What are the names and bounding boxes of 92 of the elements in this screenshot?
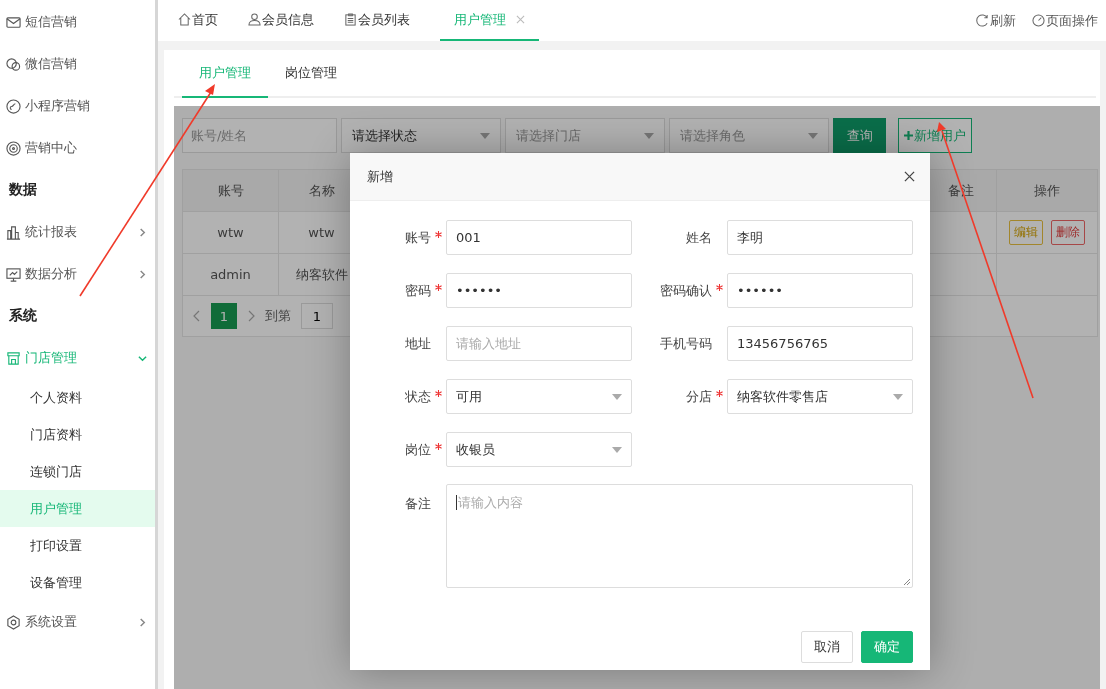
field-label: 账号 bbox=[405, 228, 431, 247]
field-label: 姓名 bbox=[686, 228, 712, 247]
page-tab[interactable]: 会员列表 bbox=[344, 0, 424, 41]
select-field[interactable]: 可用 bbox=[446, 379, 632, 414]
sidebar-section-title: 系统 bbox=[8, 306, 38, 325]
sidebar-item[interactable]: 微信营销 bbox=[0, 43, 155, 85]
store-icon bbox=[6, 350, 21, 366]
input-field[interactable]: 请输入地址 bbox=[446, 326, 632, 361]
column-header: 账号 bbox=[183, 170, 279, 211]
cancel-button[interactable]: 取消 bbox=[801, 631, 853, 663]
page-input[interactable]: 1 bbox=[301, 303, 333, 329]
goto-label: 到第 bbox=[265, 307, 291, 325]
input-field[interactable]: 001 bbox=[446, 220, 632, 255]
placeholder-text: 请输入内容 bbox=[456, 495, 523, 510]
field-label: 地址 bbox=[405, 334, 431, 353]
sidebar-item-label: 门店管理 bbox=[25, 349, 78, 367]
column-header: 操作 bbox=[1033, 181, 1061, 200]
sidebar-subitem[interactable]: 门店资料 bbox=[0, 416, 155, 453]
sidebar-item-label: 短信营销 bbox=[25, 13, 78, 31]
page-tab[interactable]: 会员信息 bbox=[248, 0, 328, 41]
sidebar-item[interactable]: 短信营销 bbox=[0, 1, 155, 43]
tab-label: 会员信息 bbox=[262, 10, 314, 29]
select-field[interactable]: 纳客软件零售店 bbox=[727, 379, 913, 414]
chevron-left-icon[interactable] bbox=[193, 310, 201, 322]
table-cell: admin bbox=[183, 254, 279, 295]
tab-label: 首页 bbox=[192, 10, 218, 29]
resize-handle-icon[interactable] bbox=[903, 578, 911, 586]
sidebar-item-label: 系统设置 bbox=[25, 613, 78, 631]
sidebar-subitem[interactable]: 打印设置 bbox=[0, 527, 155, 564]
chevron-down-icon bbox=[138, 353, 147, 363]
delete-button[interactable]: 删除 bbox=[1051, 220, 1085, 245]
caret-icon bbox=[480, 132, 490, 139]
sub-tab[interactable]: 岗位管理 bbox=[268, 50, 354, 98]
close-icon[interactable] bbox=[904, 171, 915, 182]
sidebar-item[interactable]: 数据分析 bbox=[0, 253, 155, 295]
tab-label: 用户管理 bbox=[454, 10, 506, 29]
toolbar-action[interactable]: 刷新 bbox=[976, 11, 1016, 30]
chevron-right-icon bbox=[138, 269, 147, 279]
clipboard-icon bbox=[344, 13, 357, 26]
chat-icon bbox=[6, 56, 21, 72]
field-label: 密码 bbox=[405, 281, 431, 300]
field-label: 密码确认 bbox=[660, 281, 712, 300]
sidebar-subitem[interactable]: 连锁门店 bbox=[0, 453, 155, 490]
caret-icon bbox=[644, 132, 654, 139]
sidebar-item-label: 数据分析 bbox=[25, 265, 78, 283]
chevron-right-icon bbox=[138, 617, 147, 627]
input-field[interactable]: •••••• bbox=[446, 273, 632, 308]
sidebar-item-label: 营销中心 bbox=[25, 139, 78, 157]
caret-icon bbox=[808, 132, 818, 139]
sidebar-subitem[interactable]: 设备管理 bbox=[0, 564, 155, 601]
caret-icon bbox=[612, 446, 622, 453]
sidebar-item-label: 微信营销 bbox=[25, 55, 78, 73]
input-field[interactable]: 李明 bbox=[727, 220, 913, 255]
field-label: 备注 bbox=[405, 495, 431, 513]
select-field[interactable]: 请选择状态 bbox=[341, 118, 501, 153]
gauge-icon bbox=[1032, 14, 1045, 27]
caret-icon bbox=[612, 393, 622, 400]
select-field[interactable]: 收银员 bbox=[446, 432, 632, 467]
sidebar-item[interactable]: 营销中心 bbox=[0, 127, 155, 169]
chevron-right-icon bbox=[138, 227, 147, 237]
input-field[interactable]: 13456756765 bbox=[727, 326, 913, 361]
table-cell: wtw bbox=[183, 212, 279, 253]
sidebar-item[interactable]: 小程序营销 bbox=[0, 85, 155, 127]
refresh-icon bbox=[976, 14, 989, 27]
field-label: 手机号码 bbox=[660, 334, 712, 353]
page-tab[interactable]: 首页 bbox=[178, 0, 232, 41]
monitor-icon bbox=[6, 266, 21, 282]
sidebar-subitem[interactable]: 个人资料 bbox=[0, 379, 155, 416]
sidebar-item-label: 统计报表 bbox=[25, 223, 78, 241]
dialog-title: 新增 bbox=[367, 167, 393, 186]
field-label: 分店 bbox=[686, 387, 712, 406]
home-icon bbox=[178, 13, 191, 26]
chevron-right-icon[interactable] bbox=[247, 310, 255, 322]
sidebar-item[interactable]: 统计报表 bbox=[0, 211, 155, 253]
sidebar-item-label: 小程序营销 bbox=[25, 97, 91, 115]
plus-icon bbox=[904, 131, 913, 140]
field-label: 岗位 bbox=[405, 440, 431, 459]
person-icon bbox=[248, 13, 261, 26]
input-field[interactable]: •••••• bbox=[727, 273, 913, 308]
target-icon bbox=[6, 140, 21, 156]
bars-icon bbox=[6, 224, 21, 240]
toolbar-action[interactable]: 页面操作 bbox=[1032, 11, 1098, 30]
action-label: 刷新 bbox=[990, 11, 1016, 30]
field-label: 状态 bbox=[405, 387, 431, 406]
mail-icon bbox=[6, 14, 21, 30]
tab-label: 会员列表 bbox=[358, 10, 410, 29]
action-label: 页面操作 bbox=[1046, 11, 1098, 30]
sidebar-section-title: 数据 bbox=[8, 180, 38, 199]
gear-icon bbox=[6, 614, 21, 630]
sidebar-item[interactable]: 系统设置 bbox=[0, 601, 155, 643]
caret-icon bbox=[893, 393, 903, 400]
search-field[interactable]: 账号/姓名 bbox=[182, 118, 337, 153]
